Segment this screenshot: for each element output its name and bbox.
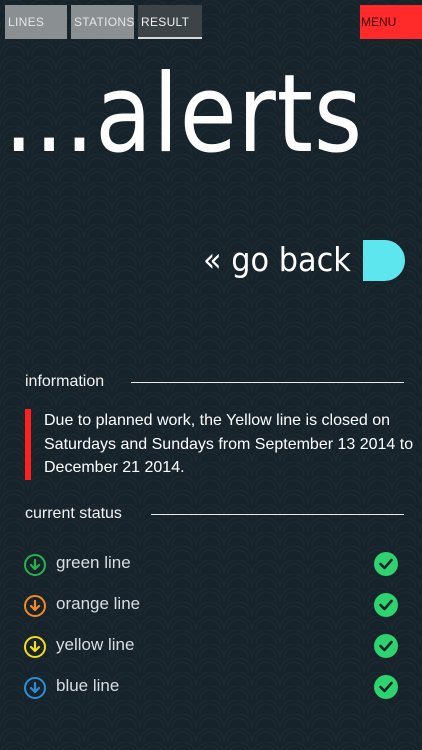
tab-result[interactable]: RESULT (138, 5, 202, 39)
arrow-down-circle-icon (24, 554, 46, 576)
status-row-orange[interactable]: orange line (0, 593, 422, 623)
check-circle-icon (374, 552, 398, 576)
menu-button[interactable]: MENU (360, 5, 422, 39)
information-heading: information (25, 373, 105, 390)
d-logo-icon (363, 240, 405, 281)
status-row-green[interactable]: green line (0, 552, 422, 582)
check-circle-icon (374, 593, 398, 617)
check-circle-icon (374, 634, 398, 658)
arrow-down-circle-icon (24, 595, 46, 617)
line-label: yellow line (56, 635, 135, 654)
status-row-blue[interactable]: blue line (0, 675, 422, 705)
information-text: Due to planned work, the Yellow line is … (44, 412, 414, 476)
tab-stations[interactable]: STATIONS (71, 5, 134, 39)
arrow-down-circle-icon (24, 677, 46, 699)
line-label: blue line (56, 676, 120, 695)
information-divider (131, 382, 404, 383)
arrow-down-circle-icon (24, 636, 46, 658)
go-back-link[interactable]: « go back (203, 240, 351, 279)
current-status-heading: current status (25, 505, 122, 522)
alert-bar (25, 409, 31, 480)
line-label: orange line (56, 594, 141, 613)
status-divider (151, 514, 404, 515)
check-circle-icon (374, 675, 398, 699)
status-row-yellow[interactable]: yellow line (0, 634, 422, 664)
line-label: green line (56, 553, 131, 572)
page-title: ...alerts (4, 52, 364, 177)
tab-lines[interactable]: LINES (5, 5, 67, 39)
